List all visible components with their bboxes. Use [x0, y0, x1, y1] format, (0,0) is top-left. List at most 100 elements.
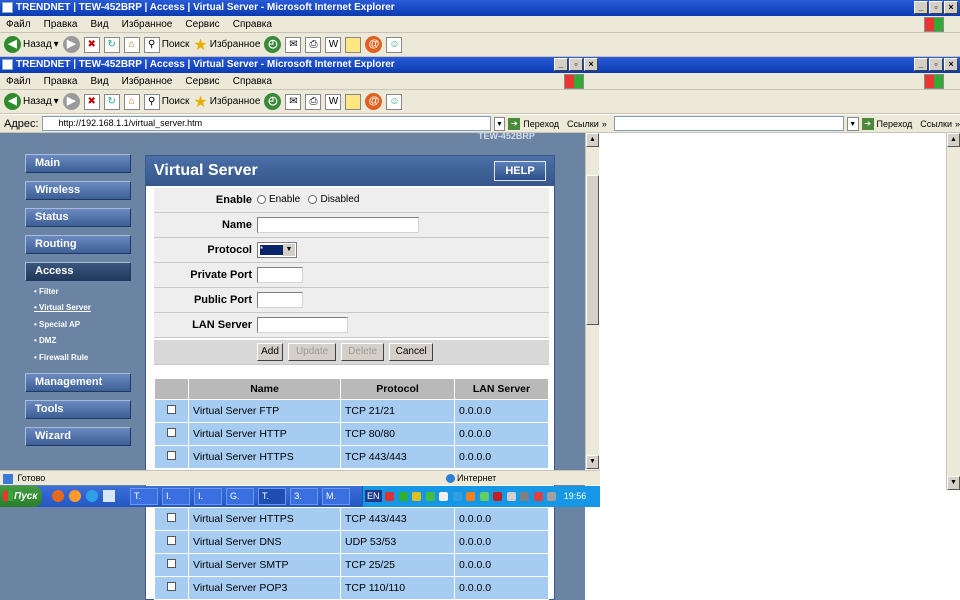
table-row[interactable]: Virtual Server HTTPS TCP 443/443 0.0.0.0 — [154, 507, 549, 531]
public-port-input[interactable] — [257, 292, 303, 308]
restore-button[interactable]: ▫ — [929, 1, 943, 14]
scroll-up-icon[interactable]: ▲ — [586, 133, 599, 147]
row-checkbox[interactable] — [167, 451, 176, 460]
chevron-icon[interactable]: » — [602, 119, 607, 129]
links-button[interactable]: Ссылки — [920, 119, 952, 129]
mail-icon[interactable]: ✉ — [285, 36, 302, 53]
at-icon[interactable]: @ — [365, 36, 383, 53]
close-button[interactable]: × — [944, 58, 958, 71]
minimize-button[interactable]: _ — [914, 58, 928, 71]
taskbar-button-active[interactable]: T. — [258, 488, 286, 505]
menu-tools[interactable]: Сервис — [185, 19, 219, 30]
quicklaunch-icon[interactable] — [52, 490, 64, 502]
address-dropdown-icon[interactable]: ▼ — [846, 116, 859, 131]
forward-arrow-icon[interactable]: ▶ — [62, 93, 80, 110]
taskbar-button[interactable]: I. — [194, 488, 222, 505]
nav-status[interactable]: Status — [25, 208, 131, 227]
taskbar-button[interactable]: З. — [290, 488, 318, 505]
go-button[interactable]: Переход — [523, 119, 559, 129]
tray-icon[interactable] — [412, 492, 422, 502]
table-row[interactable]: Virtual Server SMTP TCP 25/25 0.0.0.0 — [154, 553, 549, 577]
messenger-icon[interactable] — [345, 93, 362, 110]
chevron-icon[interactable]: » — [955, 119, 960, 129]
links-button[interactable]: Ссылки — [567, 119, 599, 129]
table-row[interactable]: Virtual Server POP3 TCP 110/110 0.0.0.0 — [154, 576, 549, 600]
restore-button[interactable]: ▫ — [569, 58, 583, 71]
address-input[interactable]: http://192.168.1.1/virtual_server.htm — [41, 116, 491, 131]
tray-icon[interactable] — [533, 492, 543, 502]
private-port-input[interactable] — [257, 267, 303, 283]
subnav-dmz[interactable]: • DMZ — [34, 336, 56, 345]
nav-wireless[interactable]: Wireless — [25, 181, 131, 200]
table-row[interactable]: Virtual Server DNS UDP 53/53 0.0.0.0 — [154, 530, 549, 554]
menu-view[interactable]: Вид — [91, 19, 109, 30]
quicklaunch-icon[interactable] — [103, 490, 115, 502]
history-icon[interactable]: ◴ — [264, 93, 282, 110]
volume-icon[interactable] — [506, 492, 516, 502]
tray-icon[interactable] — [385, 492, 395, 502]
search-button[interactable]: ⚲ Поиск — [143, 36, 189, 53]
address-dropdown-icon[interactable]: ▼ — [493, 116, 506, 131]
users-icon[interactable]: ☺ — [386, 93, 403, 110]
lan-server-input[interactable] — [257, 317, 348, 333]
search-button[interactable]: ⚲ Поиск — [143, 93, 189, 110]
menu-view[interactable]: Вид — [91, 76, 109, 87]
tray-icon[interactable] — [398, 492, 408, 502]
refresh-icon[interactable]: ↻ — [103, 36, 120, 53]
menu-edit[interactable]: Правка — [44, 19, 78, 30]
history-icon[interactable]: ◴ — [264, 36, 282, 53]
go-arrow-icon[interactable]: ➔ — [861, 117, 874, 130]
close-button[interactable]: × — [944, 1, 958, 14]
nav-management[interactable]: Management — [25, 373, 131, 392]
back-button[interactable]: ◀ Назад ▾ — [4, 36, 59, 53]
protocol-select[interactable]: * ▼ — [257, 242, 297, 258]
menu-favorites[interactable]: Избранное — [122, 19, 173, 30]
menu-file[interactable]: Файл — [6, 19, 31, 30]
restore-button[interactable]: ▫ — [929, 58, 943, 71]
nav-wizard[interactable]: Wizard — [25, 427, 131, 446]
menu-edit[interactable]: Правка — [44, 76, 78, 87]
scroll-down-icon[interactable]: ▼ — [947, 476, 960, 490]
tray-icon[interactable] — [547, 492, 557, 502]
subnav-virtual-server[interactable]: • Virtual Server — [34, 303, 91, 312]
nav-tools[interactable]: Tools — [25, 400, 131, 419]
taskbar-button[interactable]: G. — [226, 488, 254, 505]
edit-icon[interactable]: W — [325, 36, 342, 53]
nav-main[interactable]: Main — [25, 154, 131, 173]
row-checkbox[interactable] — [167, 428, 176, 437]
users-icon[interactable]: ☺ — [386, 36, 403, 53]
nav-routing[interactable]: Routing — [25, 235, 131, 254]
go-button[interactable]: Переход — [877, 119, 913, 129]
menu-tools[interactable]: Сервис — [185, 76, 219, 87]
go-arrow-icon[interactable]: ➔ — [508, 117, 521, 130]
tray-icon[interactable] — [452, 492, 462, 502]
delete-button[interactable]: Delete — [341, 343, 385, 361]
tray-icon[interactable] — [520, 492, 530, 502]
back-button[interactable]: ◀ Назад ▾ — [4, 93, 59, 110]
table-row[interactable]: Virtual Server HTTP TCP 80/80 0.0.0.0 — [154, 422, 549, 446]
tray-icon[interactable] — [479, 492, 489, 502]
row-checkbox[interactable] — [167, 559, 176, 568]
window-titlebar-back[interactable]: TRENDNET | TEW-452BRP | Access | Virtual… — [0, 0, 960, 16]
favorites-button[interactable]: ★ Избранное — [193, 92, 260, 112]
update-button[interactable]: Update — [288, 343, 337, 361]
row-checkbox[interactable] — [167, 582, 176, 591]
scroll-down-icon[interactable]: ▼ — [586, 455, 599, 469]
subnav-special-ap[interactable]: • Special AP — [34, 320, 80, 329]
favorites-button[interactable]: ★ Избранное — [193, 35, 260, 55]
table-row[interactable]: Virtual Server FTP TCP 21/21 0.0.0.0 — [154, 399, 549, 423]
language-indicator[interactable]: EN — [365, 490, 382, 502]
enable-radio[interactable] — [257, 194, 266, 204]
add-button[interactable]: Add — [257, 343, 283, 361]
forward-arrow-icon[interactable]: ▶ — [62, 36, 80, 53]
quicklaunch-icon[interactable] — [86, 490, 98, 502]
stop-icon[interactable]: ✖ — [83, 36, 100, 53]
home-icon[interactable]: ⌂ — [123, 93, 140, 110]
close-button[interactable]: × — [584, 58, 598, 71]
taskbar-button[interactable]: T. — [130, 488, 158, 505]
refresh-icon[interactable]: ↻ — [103, 93, 120, 110]
subnav-filter[interactable]: • Filter — [34, 287, 59, 296]
subnav-firewall-rule[interactable]: • Firewall Rule — [34, 353, 88, 362]
tray-icon[interactable] — [425, 492, 435, 502]
print-icon[interactable]: ⎙ — [305, 93, 322, 110]
